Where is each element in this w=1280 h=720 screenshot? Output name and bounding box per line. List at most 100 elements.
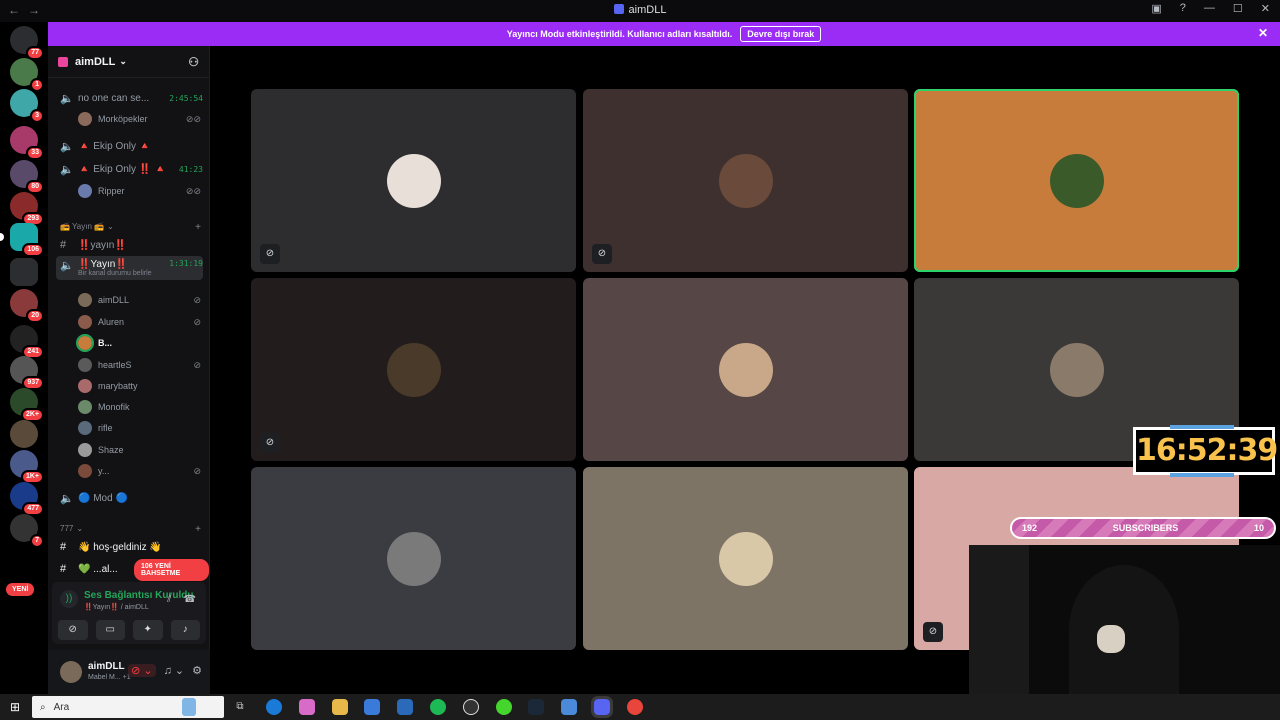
app-icon[interactable] <box>561 699 577 715</box>
unread-mentions-pill[interactable]: 106 YENİ BAHSETME <box>134 559 209 581</box>
add-channel-icon[interactable]: + <box>195 222 201 233</box>
copilot-icon[interactable] <box>299 699 315 715</box>
avatar <box>719 154 773 208</box>
webcam-overlay <box>969 545 1280 694</box>
subs-current: 192 <box>1022 523 1038 533</box>
server-icon[interactable]: 106 <box>0 223 44 257</box>
disable-streamer-mode-button[interactable]: Devre dışı bırak <box>740 26 822 42</box>
voice-channel[interactable]: 🔈 🔵 Mod 🔵 <box>56 488 203 508</box>
steam-icon[interactable] <box>528 699 544 715</box>
server-icon[interactable]: 937 <box>10 356 44 390</box>
server-icon[interactable]: 293 <box>10 192 44 226</box>
microphone-muted-icon[interactable]: ⊘ ⌄ <box>128 664 156 677</box>
store-icon[interactable] <box>364 699 380 715</box>
voice-channel-active[interactable]: 🔈 ‼️Yayın‼️ 1:31:19 Bir kanal durumu bel… <box>56 256 203 280</box>
server-icon[interactable]: 7 <box>10 514 44 548</box>
razer-icon[interactable] <box>496 699 512 715</box>
avatar <box>1050 154 1104 208</box>
participant-tile[interactable] <box>583 467 908 650</box>
chevron-down-icon: ⌄ <box>76 524 84 533</box>
avatar[interactable] <box>60 661 82 683</box>
app-logo-icon <box>613 4 624 14</box>
file-explorer-icon[interactable] <box>332 699 348 715</box>
participant-tile[interactable] <box>583 278 908 461</box>
category-header[interactable]: 📻 Yayın 📻 ⌄ + <box>60 222 201 233</box>
server-icon[interactable]: 80 <box>10 160 44 194</box>
participant-tile[interactable]: ⊘ <box>251 278 576 461</box>
headphones-icon[interactable]: ♫ ⌄ <box>164 664 185 677</box>
close-window-button[interactable]: ✕ <box>1261 2 1270 15</box>
server-icon[interactable]: 20 <box>10 289 44 323</box>
server-icon[interactable]: 2K+ <box>10 388 44 422</box>
server-icon[interactable]: 477 <box>10 482 44 516</box>
voice-channel-path[interactable]: ‼️Yayın‼️ / aimDLL <box>84 603 149 611</box>
server-icon[interactable]: 1K+ <box>10 450 44 484</box>
voice-member[interactable]: B... <box>76 333 201 353</box>
screen-share-button[interactable]: ▭ <box>95 620 125 640</box>
close-icon[interactable]: ✕ <box>1258 26 1268 40</box>
edge-icon[interactable] <box>266 699 282 715</box>
text-channel[interactable]: # ‼️yayın‼️ <box>56 235 203 255</box>
participant-tile[interactable] <box>251 467 576 650</box>
voice-member[interactable]: marybatty <box>78 376 201 396</box>
chrome-icon[interactable] <box>627 699 643 715</box>
help-icon[interactable]: ? <box>1180 2 1186 15</box>
avatar <box>78 421 92 435</box>
voice-member[interactable]: rifle <box>78 418 201 438</box>
search-icon: ⌕ <box>40 701 46 713</box>
category-header[interactable]: 777 ⌄ + <box>60 524 201 535</box>
windows-taskbar: ⊞ ⌕ Ara ⧉ <box>0 694 1280 720</box>
inbox-icon[interactable]: ▣ <box>1151 2 1161 15</box>
new-servers-pill[interactable]: YENİ <box>6 583 35 596</box>
voice-member[interactable]: Monofik <box>78 397 201 417</box>
signal-icon[interactable]: )) <box>60 590 78 608</box>
voice-member[interactable]: Ripper ⊘⊘ <box>78 181 201 201</box>
speaker-icon: 🔈 <box>60 140 74 153</box>
voice-channel[interactable]: 🔈 🔺 Ekip Only ‼️ 🔺 41:23 <box>56 159 203 179</box>
server-icon[interactable]: 33 <box>10 126 44 160</box>
speaker-icon: 🔈 <box>60 260 74 272</box>
server-header[interactable]: aimDLL ⌄ ⚇ <box>48 46 209 78</box>
subs-label: SUBSCRIBERS <box>1112 523 1179 533</box>
spotify-icon[interactable] <box>430 699 446 715</box>
avatar <box>78 443 92 457</box>
activities-button[interactable]: ✦ <box>133 620 163 640</box>
noise-suppression-icon[interactable]: ⫽ <box>167 594 171 605</box>
discord-icon[interactable] <box>591 696 613 718</box>
voice-member[interactable]: Aluren ⊘ <box>78 312 201 332</box>
server-icon[interactable]: 3 <box>10 89 44 123</box>
maximize-button[interactable]: ☐ <box>1233 2 1243 15</box>
direct-messages-button[interactable]: 77 <box>10 26 44 60</box>
voice-channel[interactable]: 🔈 🔺 Ekip Only 🔺 <box>56 136 203 156</box>
server-icon[interactable]: 1 <box>10 58 44 92</box>
gear-icon[interactable]: ⚙ <box>192 664 202 677</box>
windows-start-icon[interactable]: ⊞ <box>10 701 22 713</box>
camera-off-button[interactable]: ⊘ <box>58 620 88 640</box>
taskbar-search[interactable]: ⌕ Ara <box>32 696 224 718</box>
server-icon[interactable]: 241 <box>10 325 44 359</box>
participant-tile[interactable]: ⊘ <box>583 89 908 272</box>
soundboard-button[interactable]: ♪ <box>170 620 200 640</box>
task-view-icon[interactable]: ⧉ <box>232 699 248 715</box>
add-channel-icon[interactable]: + <box>195 524 201 535</box>
server-icon[interactable] <box>10 420 38 448</box>
avatar <box>387 532 441 586</box>
participant-tile-speaking[interactable] <box>914 89 1239 272</box>
voice-member[interactable]: y... ⊘ <box>78 461 201 481</box>
voice-member[interactable]: Shaze <box>78 440 201 460</box>
invite-people-icon[interactable]: ⚇ <box>188 55 199 69</box>
voice-member[interactable]: aimDLL ⊘ <box>78 290 201 310</box>
voice-channel[interactable]: 🔈 no one can se... 2:45:54 <box>56 88 203 108</box>
user-name[interactable]: aimDLL <box>88 661 125 672</box>
participant-tile[interactable]: ⊘ <box>251 89 576 272</box>
server-list: 77 1 3 33 80 293 106 20 241 937 2K+ 1K+ … <box>0 22 48 694</box>
disconnect-icon[interactable]: ☎ <box>184 594 196 605</box>
voice-member[interactable]: Morköpekler ⊘⊘ <box>78 109 201 129</box>
voice-member[interactable]: heartleS ⊘ <box>78 355 201 375</box>
obs-icon[interactable] <box>463 699 479 715</box>
minimize-button[interactable]: — <box>1204 2 1215 15</box>
mail-icon[interactable] <box>397 699 413 715</box>
text-channel[interactable]: # 👋 hoş-geldiniz 👋 <box>56 537 203 557</box>
overlay-clock: 16:52:39 <box>1133 425 1278 477</box>
folder-icon[interactable] <box>10 258 38 286</box>
